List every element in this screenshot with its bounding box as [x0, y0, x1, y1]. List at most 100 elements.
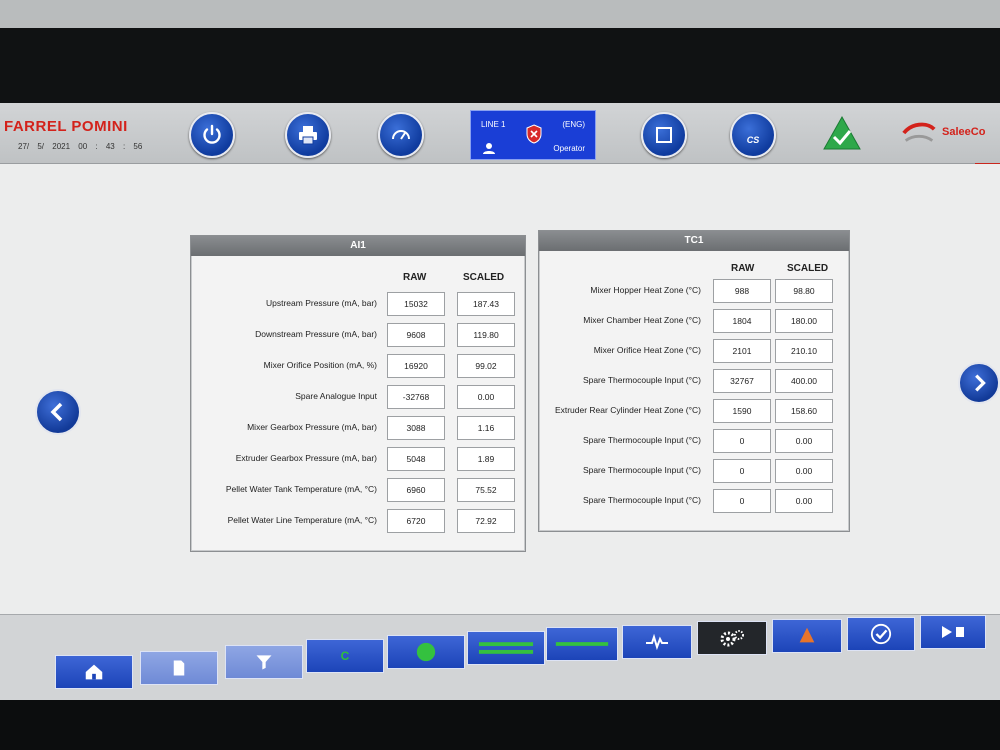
raw-value-field: 3088: [387, 416, 445, 440]
raw-value-field: 15032: [387, 292, 445, 316]
power-button[interactable]: [189, 112, 235, 158]
raw-value-field: 0: [713, 489, 771, 513]
acknowledge-button[interactable]: [847, 617, 915, 651]
arrow-right-icon: [975, 374, 986, 392]
raw-value-field: 6960: [387, 478, 445, 502]
printer-icon: [299, 126, 317, 145]
scaled-value-field: 210.10: [775, 339, 833, 363]
signal-label: Spare Thermocouple Input (°C): [582, 435, 701, 445]
raw-value-field: 6720: [387, 509, 445, 533]
signal-label: Mixer Orifice Heat Zone (°C): [593, 345, 701, 355]
gauge-button[interactable]: [378, 112, 424, 158]
raw-value-field: -32768: [387, 385, 445, 409]
signal-label: Mixer Chamber Heat Zone (°C): [583, 315, 701, 325]
waveform-icon: [646, 634, 668, 650]
scaled-value-field: 0.00: [457, 385, 515, 409]
window-button[interactable]: [641, 112, 687, 158]
ai1-row: Pellet Water Line Temperature (mA, °C) 67…: [191, 509, 525, 533]
line-label: LINE 1: [481, 120, 506, 129]
line-view-button[interactable]: [467, 631, 545, 665]
ai1-title: AI1: [191, 236, 525, 256]
footer-toolbar: C: [0, 614, 1000, 701]
signal-label: Upstream Pressure (mA, bar): [266, 298, 377, 308]
play-button[interactable]: [920, 615, 986, 649]
ai1-row: Mixer Orifice Position (mA, %) 16920 99.02: [191, 354, 525, 378]
signal-label: Mixer Hopper Heat Zone (°C): [590, 285, 701, 295]
vendor-logo: SaleeCo: [900, 111, 1000, 155]
process-view-button[interactable]: [546, 627, 618, 661]
date-text: 27/ 5/ 2021: [18, 142, 71, 151]
language-label[interactable]: (ENG): [562, 120, 585, 129]
ai1-panel: AI1 RAW SCALED Upstream Pressure (mA, ba…: [190, 235, 526, 552]
scaled-value-field: 0.00: [775, 429, 833, 453]
brand-logo: FARREL POMINI: [4, 118, 128, 135]
ai1-row: Extruder Gearbox Pressure (mA, bar) 5048 1…: [191, 447, 525, 471]
scaled-value-field: 0.00: [775, 459, 833, 483]
power-icon: [203, 124, 221, 144]
tc1-row: Mixer Orifice Heat Zone (°C) 2101 210.10: [539, 339, 849, 363]
tc1-row: Spare Thermocouple Input (°C) 0 0.00: [539, 459, 849, 483]
tc1-scaled-header: SCALED: [787, 263, 829, 274]
tc1-row: Extruder Rear Cylinder Heat Zone (°C) 159…: [539, 399, 849, 423]
home-button[interactable]: [55, 655, 133, 689]
scaled-value-field: 400.00: [775, 369, 833, 393]
window-icon: [656, 127, 672, 143]
raw-value-field: 9608: [387, 323, 445, 347]
user-icon: [483, 143, 495, 154]
datetime: 27/ 5/ 2021 00 : 43 : 56: [18, 142, 142, 151]
scaled-value-field: 1.89: [457, 447, 515, 471]
signal-label: Pellet Water Tank Temperature (mA, °C): [225, 484, 377, 494]
vendor-name: SaleeCo: [942, 126, 986, 138]
monitor-bezel: [0, 28, 1000, 103]
scaled-value-field: 180.00: [775, 309, 833, 333]
gears-icon: [720, 630, 744, 647]
signal-label: Extruder Gearbox Pressure (mA, bar): [235, 453, 377, 463]
vendor-swoosh-icon: [902, 122, 936, 142]
raw-value-field: 2101: [713, 339, 771, 363]
tc1-row: Mixer Chamber Heat Zone (°C) 1804 180.00: [539, 309, 849, 333]
scaled-value-field: 72.92: [457, 509, 515, 533]
alarm-icon: [799, 627, 815, 643]
scaled-value-field: 98.80: [775, 279, 833, 303]
signal-label: Extruder Rear Cylinder Heat Zone (°C): [554, 405, 701, 415]
tc1-panel: TC1 RAW SCALED Mixer Hopper Heat Zone (°…: [538, 230, 850, 532]
run-status-button[interactable]: [387, 635, 465, 669]
cycle-button[interactable]: C: [306, 639, 384, 673]
scaled-value-field: 75.52: [457, 478, 515, 502]
signal-label: Mixer Gearbox Pressure (mA, bar): [247, 422, 377, 432]
ai1-row: Upstream Pressure (mA, bar) 15032 187.43: [191, 292, 525, 316]
document-button[interactable]: [140, 651, 218, 685]
raw-value-field: 0: [713, 459, 771, 483]
signal-label: Spare Thermocouple Input (°C): [582, 375, 701, 385]
ai1-row: Spare Analogue Input -32768 0.00: [191, 385, 525, 409]
line-status-panel[interactable]: LINE 1 (ENG) Operator: [470, 110, 596, 160]
settings-button[interactable]: [697, 621, 767, 655]
next-page-button[interactable]: [958, 362, 1000, 404]
trend-button[interactable]: [622, 625, 692, 659]
status-ok-icon[interactable]: [822, 115, 862, 151]
tc1-row: Spare Thermocouple Input (°C) 0 0.00: [539, 429, 849, 453]
ai1-row: Downstream Pressure (mA, bar) 9608 119.80: [191, 323, 525, 347]
cs-label: CS: [746, 135, 760, 145]
signal-label: Downstream Pressure (mA, bar): [255, 329, 377, 339]
tc1-row: Spare Thermocouple Input (°C) 32767 400.00: [539, 369, 849, 393]
user-role: Operator: [553, 144, 585, 153]
arrow-left-icon: [50, 402, 63, 422]
alarm-button[interactable]: [772, 619, 842, 653]
hmi-screen: FARREL POMINI 27/ 5/ 2021 00 : 43 : 56 L…: [0, 103, 1000, 701]
scaled-value-field: 1.16: [457, 416, 515, 440]
funnel-icon: [256, 655, 272, 670]
ai1-row: Mixer Gearbox Pressure (mA, bar) 3088 1.16: [191, 416, 525, 440]
scaled-value-field: 119.80: [457, 323, 515, 347]
scaled-value-field: 99.02: [457, 354, 515, 378]
raw-value-field: 1590: [713, 399, 771, 423]
print-button[interactable]: [285, 112, 331, 158]
ai1-row: Pellet Water Tank Temperature (mA, °C) 69…: [191, 478, 525, 502]
previous-page-button[interactable]: [35, 389, 81, 435]
ai1-scaled-header: SCALED: [463, 272, 505, 283]
tc1-title: TC1: [539, 231, 849, 251]
filter-button[interactable]: [225, 645, 303, 679]
cs-button[interactable]: CS: [730, 112, 776, 158]
monitor-bezel-top: [0, 0, 1000, 28]
scaled-value-field: 187.43: [457, 292, 515, 316]
